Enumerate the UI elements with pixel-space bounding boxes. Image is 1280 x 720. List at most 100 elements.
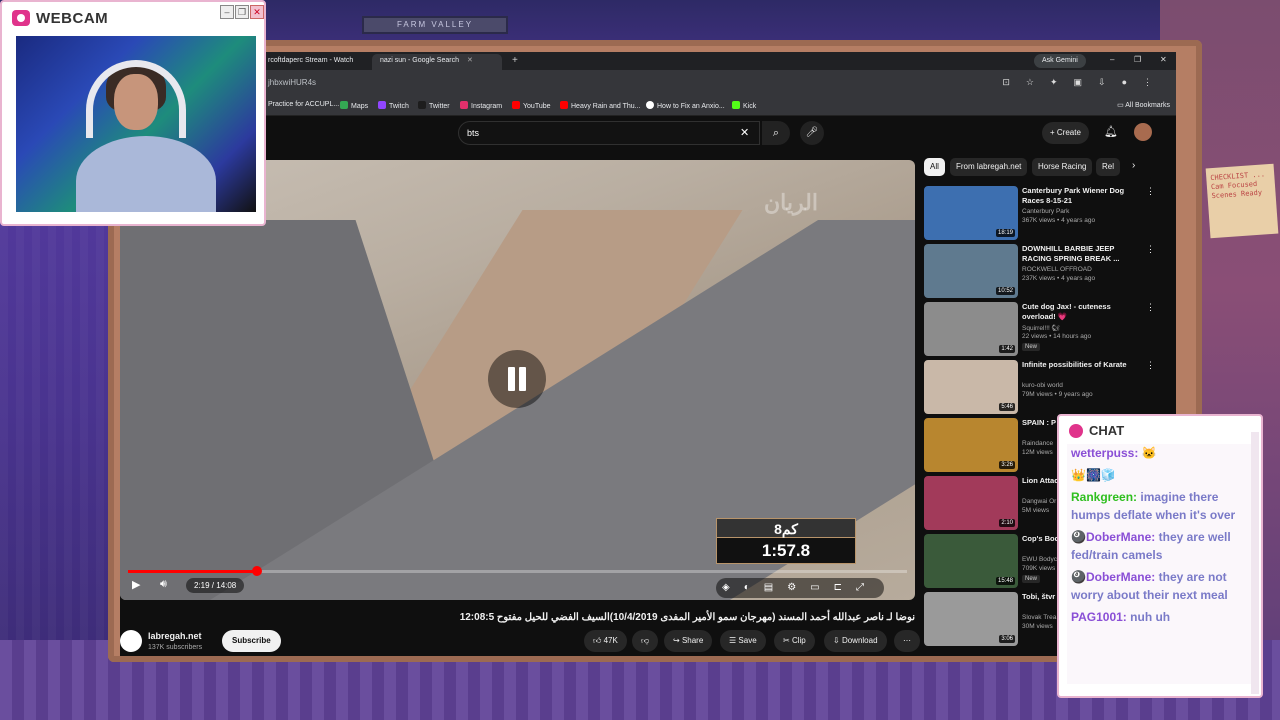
rec-title[interactable]: Infinite possibilities of Karate	[1022, 360, 1142, 370]
bookmark-heavy-rain[interactable]: Heavy Rain and Thu...	[560, 101, 641, 110]
scrubber-handle[interactable]	[251, 566, 262, 576]
clip-button[interactable]: ✂ Clip	[774, 630, 815, 652]
search-button[interactable]: ⌕	[762, 121, 790, 145]
rec-channel[interactable]: Dangwai Or	[1022, 498, 1056, 505]
chevron-right-icon[interactable]: ›	[1132, 160, 1135, 171]
miniplayer-icon[interactable]: ▭	[810, 582, 833, 593]
close-icon[interactable]: ✕	[250, 5, 264, 19]
rec-title[interactable]: Cute dog Jax! - cuteness overload! 💗	[1022, 302, 1142, 322]
kebab-menu-icon[interactable]: ⋮	[1146, 186, 1155, 197]
rec-channel[interactable]: Canterbury Park	[1022, 208, 1069, 215]
more-actions-button[interactable]: ⋯	[894, 630, 920, 652]
notifications-bell-icon[interactable]: 🔔︎	[1104, 125, 1118, 138]
chat-username[interactable]: 🎱DoberMane:	[1071, 530, 1155, 544]
rec-title[interactable]: Canterbury Park Wiener Dog Races 8-15-21	[1022, 186, 1142, 206]
chat-messages: wetterpuss: 🐱 👑🎆🧊 Rankgreen: imagine ther…	[1067, 444, 1251, 684]
create-label: Create	[1056, 128, 1081, 137]
subscribe-button[interactable]: Subscribe	[222, 630, 281, 652]
close-tab-icon[interactable]: ✕	[467, 57, 473, 64]
progress-bar[interactable]	[128, 566, 907, 576]
like-button[interactable]: 👍︎ 47K	[584, 630, 627, 652]
all-bookmarks[interactable]: ▭ All Bookmarks	[1117, 101, 1170, 109]
dislike-button[interactable]: 👎︎	[632, 630, 659, 652]
chat-username[interactable]: 🎱DoberMane:	[1071, 570, 1155, 584]
recommendation-item[interactable]: 5:46 Infinite possibilities of Karate ⋮ kur…	[924, 360, 1174, 414]
minimize-button[interactable]: –	[1110, 55, 1114, 64]
chip-from-channel[interactable]: From labregah.net	[950, 158, 1028, 176]
bookmark-twitch[interactable]: Twitch	[378, 101, 409, 110]
bookmark-twitter[interactable]: Twitter	[418, 101, 450, 110]
rec-title[interactable]: DOWNHILL BARBIE JEEP RACING SPRING BREAK…	[1022, 244, 1142, 264]
video-thumbnail[interactable]: 1:42	[924, 302, 1018, 356]
recommendation-item[interactable]: 18:19 Canterbury Park Wiener Dog Races 8-…	[924, 186, 1174, 240]
volume-icon[interactable]: 🔊︎	[160, 578, 167, 591]
chat-username[interactable]: Rankgreen:	[1071, 490, 1137, 504]
voice-search-button[interactable]: 🎤︎	[800, 121, 824, 145]
chat-username[interactable]: wetterpuss:	[1071, 446, 1138, 460]
kebab-menu-icon[interactable]: ⋮	[1146, 302, 1155, 313]
video-thumbnail[interactable]: 5:46	[924, 360, 1018, 414]
clip-label: Clip	[791, 636, 806, 645]
autoplay-toggle-icon[interactable]: ◐	[744, 582, 764, 593]
create-button[interactable]: + Create	[1042, 122, 1089, 144]
download-button[interactable]: ⇩ Download	[824, 630, 887, 652]
tab-google-search[interactable]: nazi sun - Google Search ✕	[372, 54, 502, 70]
address-bar[interactable]: jhbxwiHUR4s ⊡☆✦▣⇩●⋮	[120, 70, 1176, 98]
chat-scrollbar[interactable]	[1251, 432, 1259, 694]
video-thumbnail[interactable]: 3:06	[924, 592, 1018, 646]
clear-search-icon[interactable]: ✕	[740, 126, 749, 139]
bookmark-youtube[interactable]: YouTube	[512, 101, 551, 110]
video-thumbnail[interactable]: 10:52	[924, 244, 1018, 298]
toolbar-icons[interactable]: ⊡☆✦▣⇩●⋮	[1002, 77, 1168, 88]
video-player[interactable]: الريان 8كم 1:57.8 ▶ 🔊︎ 2:19 / 14:08 ◈◐▤⚙…	[120, 160, 915, 600]
ask-gemini-button[interactable]: Ask Gemini	[1034, 54, 1086, 68]
video-thumbnail[interactable]: 15:48	[924, 534, 1018, 588]
settings-gear-icon[interactable]: ⚙	[787, 582, 810, 593]
channel-avatar[interactable]	[120, 630, 142, 652]
video-thumbnail[interactable]: 18:19	[924, 186, 1018, 240]
captions-icon[interactable]: ▤	[764, 582, 787, 593]
recommendation-item[interactable]: 1:42 Cute dog Jax! - cuteness overload! 💗…	[924, 302, 1174, 356]
rec-meta: 367K views • 4 years ago	[1022, 217, 1096, 224]
bookmark-kick[interactable]: Kick	[732, 101, 756, 110]
recommendation-item[interactable]: 10:52 DOWNHILL BARBIE JEEP RACING SPRING …	[924, 244, 1174, 298]
close-window-button[interactable]: ✕	[1160, 55, 1167, 64]
maximize-icon[interactable]: ❐	[235, 5, 249, 19]
rec-channel[interactable]: EWU Bodyc	[1022, 556, 1057, 563]
share-button[interactable]: ↪ Share	[664, 630, 713, 652]
bookmark-instagram[interactable]: Instagram	[460, 101, 502, 110]
video-thumbnail[interactable]: 3:26	[924, 418, 1018, 472]
new-tab-button[interactable]: +	[512, 55, 518, 66]
bookmark-maps[interactable]: Maps	[340, 101, 368, 110]
pause-overlay-button[interactable]	[488, 350, 546, 408]
search-input[interactable]: bts	[458, 121, 760, 145]
shield-icon[interactable]: ◈	[722, 582, 744, 593]
video-thumbnail[interactable]: 2:10	[924, 476, 1018, 530]
url-text[interactable]: jhbxwiHUR4s	[268, 78, 316, 87]
chip-related[interactable]: Rel	[1096, 158, 1121, 176]
account-avatar[interactable]	[1134, 123, 1152, 141]
duration-badge: 10:52	[995, 287, 1015, 295]
rec-channel[interactable]: Raindance	[1022, 440, 1053, 447]
channel-name[interactable]: labregah.net	[148, 631, 202, 641]
kebab-menu-icon[interactable]: ⋮	[1146, 360, 1155, 371]
chat-username[interactable]: PAG1001:	[1071, 610, 1127, 624]
chip-horse-racing[interactable]: Horse Racing	[1032, 158, 1093, 176]
bookmark-accuplacer[interactable]: Practice for ACCUPL...	[268, 101, 339, 108]
bookmarks-bar: Practice for ACCUPL... Maps Twitch Twitt…	[120, 98, 1176, 116]
cast-icon[interactable]: ⊏	[834, 582, 856, 593]
chat-message: 👑🎆🧊	[1067, 466, 1251, 484]
fullscreen-icon[interactable]: ⤢	[856, 582, 878, 593]
bookmark-anxiety[interactable]: How to Fix an Anxio...	[646, 101, 725, 110]
kebab-menu-icon[interactable]: ⋮	[1146, 244, 1155, 255]
chip-all[interactable]: All	[924, 158, 945, 176]
rec-channel[interactable]: Slovak Trea	[1022, 614, 1056, 621]
save-button[interactable]: ☰ Save	[720, 630, 766, 652]
rec-channel[interactable]: Squirrel!!! 🐿	[1022, 324, 1060, 332]
rec-channel[interactable]: ROCKWELL OFFROAD	[1022, 266, 1092, 273]
minimize-icon[interactable]: –	[220, 5, 234, 19]
play-icon[interactable]: ▶	[132, 578, 140, 591]
rec-channel[interactable]: kuro-obi world	[1022, 382, 1063, 389]
maximize-button[interactable]: ❐	[1134, 55, 1141, 64]
tab-stream[interactable]: rcoftdaperc Stream - Watch	[260, 54, 356, 70]
